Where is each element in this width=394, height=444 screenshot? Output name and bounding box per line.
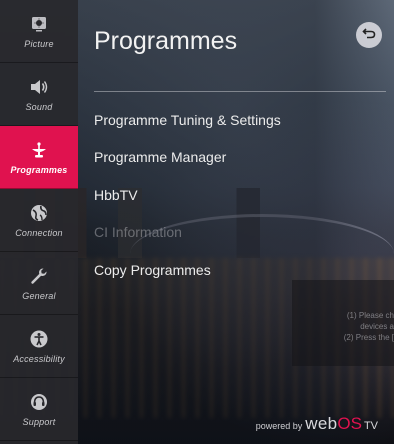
sidebar-item-label: Sound: [25, 101, 53, 112]
sidebar-item-label: General: [22, 290, 56, 301]
menu-item-hbbtv[interactable]: HbbTV: [94, 176, 384, 214]
sidebar-item-programmes[interactable]: Programmes: [0, 126, 78, 189]
sidebar-item-label: Connection: [15, 227, 63, 238]
webos-logo-tv: TV: [363, 420, 378, 432]
sidebar-item-picture[interactable]: Picture: [0, 0, 78, 63]
powered-by-text: powered by: [255, 421, 303, 431]
sidebar-item-label: Accessibility: [13, 353, 65, 364]
sidebar-item-support[interactable]: Support: [0, 378, 78, 441]
sidebar-item-label: Support: [22, 416, 56, 427]
back-button[interactable]: [356, 22, 382, 48]
menu-item-programme-tuning[interactable]: Programme Tuning & Settings: [94, 101, 384, 139]
webos-logo-os: OS: [337, 414, 362, 433]
notice-line-2: devices a: [360, 322, 394, 331]
sidebar-item-accessibility[interactable]: Accessibility: [0, 315, 78, 378]
programmes-menu: Programme Tuning & Settings Programme Ma…: [94, 101, 384, 289]
satellite-dish-icon: [28, 140, 50, 160]
wrench-icon: [28, 266, 50, 286]
sidebar-item-label: Programmes: [10, 164, 68, 175]
picture-icon: [28, 14, 50, 34]
webos-branding: powered by web OS TV: [256, 414, 378, 434]
background-notice: (1) Please ch devices a (2) Press the [: [292, 280, 394, 366]
page-title: Programmes: [94, 27, 238, 55]
notice-line-3: (2) Press the [: [343, 333, 394, 342]
back-arrow-icon: [362, 26, 376, 45]
headset-icon: [28, 392, 50, 412]
globe-icon: [28, 203, 50, 223]
menu-item-programme-manager[interactable]: Programme Manager: [94, 139, 384, 177]
sidebar-item-label: Picture: [24, 38, 54, 49]
accessibility-icon: [28, 329, 50, 349]
sidebar-item-connection[interactable]: Connection: [0, 189, 78, 252]
webos-logo-web: web: [305, 414, 338, 433]
title-divider: [94, 91, 386, 92]
sidebar-item-general[interactable]: General: [0, 252, 78, 315]
notice-line-1: (1) Please ch: [346, 311, 394, 320]
menu-item-ci-information: CI Information: [94, 224, 182, 241]
speaker-icon: [28, 77, 50, 97]
settings-sidebar: Picture Sound Programmes Connection Gene…: [0, 0, 78, 444]
sidebar-item-sound[interactable]: Sound: [0, 63, 78, 126]
